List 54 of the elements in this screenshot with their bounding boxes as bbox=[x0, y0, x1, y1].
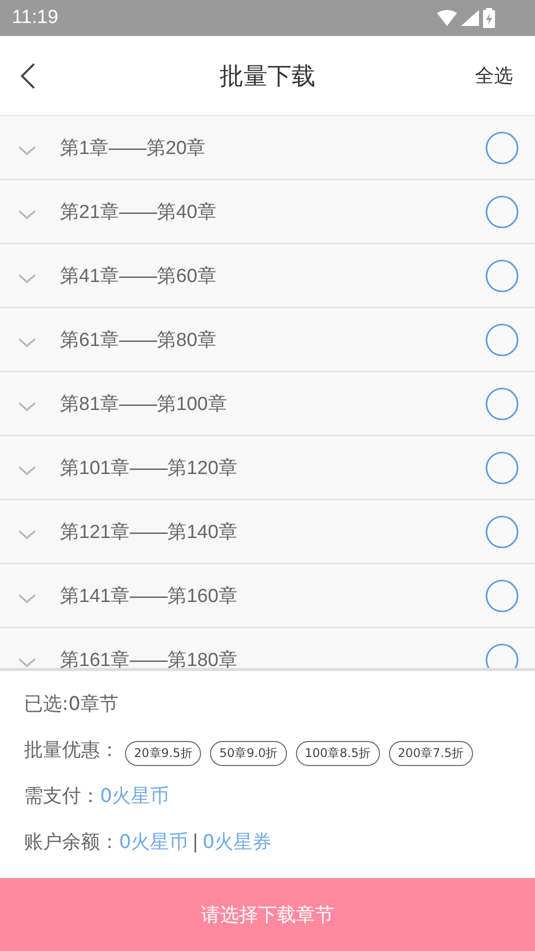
chevron-down-icon bbox=[18, 658, 36, 668]
chevron-down-icon bbox=[18, 146, 36, 156]
discount-tag: 50章9.0折 bbox=[210, 740, 287, 766]
signal-icon bbox=[461, 10, 479, 26]
checkbox-circle[interactable] bbox=[485, 194, 519, 228]
back-button[interactable] bbox=[20, 62, 36, 90]
chapter-row[interactable]: 第101章——第120章 bbox=[0, 436, 535, 500]
selected-count: 已选:0章节 bbox=[24, 692, 118, 717]
separator: | bbox=[192, 831, 198, 853]
discount-tag: 200章7.5折 bbox=[388, 740, 473, 766]
chevron-down-icon bbox=[18, 530, 36, 540]
checkbox-circle[interactable] bbox=[485, 514, 519, 548]
chevron-down-icon bbox=[18, 338, 36, 348]
chapter-range: 第1章——第20章 bbox=[60, 136, 207, 160]
chapter-range: 第61章——第80章 bbox=[60, 328, 218, 352]
chapter-range: 第81章——第100章 bbox=[60, 392, 228, 416]
balance-label: 账户余额： bbox=[24, 830, 119, 855]
chevron-down-icon bbox=[18, 466, 36, 476]
chapter-row[interactable]: 第61章——第80章 bbox=[0, 308, 535, 372]
checkbox-circle[interactable] bbox=[485, 450, 519, 484]
page-title: 批量下载 bbox=[220, 60, 316, 92]
payment-label: 需支付： bbox=[24, 784, 100, 809]
chapter-row[interactable]: 第81章——第100章 bbox=[0, 372, 535, 436]
chapter-range: 第21章——第40章 bbox=[60, 200, 218, 224]
checkbox-circle[interactable] bbox=[485, 578, 519, 612]
chapter-row[interactable]: 第41章——第60章 bbox=[0, 244, 535, 308]
wifi-icon bbox=[437, 10, 457, 26]
chevron-down-icon bbox=[18, 210, 36, 220]
chevron-down-icon bbox=[18, 594, 36, 604]
chevron-down-icon bbox=[18, 274, 36, 284]
battery-icon bbox=[483, 8, 495, 28]
chapter-range: 第161章——第180章 bbox=[60, 648, 238, 668]
chapter-range: 第101章——第120章 bbox=[60, 456, 238, 480]
chapter-row[interactable]: 第141章——第160章 bbox=[0, 564, 535, 628]
voucher-balance: 0火星券 bbox=[202, 830, 272, 855]
chapter-row[interactable]: 第21章——第40章 bbox=[0, 180, 535, 244]
discount-tag: 20章9.5折 bbox=[125, 740, 202, 766]
chapter-row[interactable]: 第161章——第180章 bbox=[0, 628, 535, 668]
checkbox-circle[interactable] bbox=[485, 130, 519, 164]
chapter-range: 第121章——第140章 bbox=[60, 520, 238, 544]
checkbox-circle[interactable] bbox=[485, 258, 519, 292]
payment-amount: 0火星币 bbox=[100, 784, 170, 809]
select-all-button[interactable]: 全选 bbox=[475, 62, 513, 88]
chapter-row[interactable]: 第121章——第140章 bbox=[0, 500, 535, 564]
checkbox-circle[interactable] bbox=[485, 322, 519, 356]
discount-label: 批量优惠： bbox=[24, 738, 119, 763]
discount-tag: 100章8.5折 bbox=[296, 740, 380, 766]
chevron-down-icon bbox=[18, 402, 36, 412]
chapter-row[interactable]: 第1章——第20章 bbox=[0, 116, 535, 180]
chapter-range: 第141章——第160章 bbox=[60, 584, 238, 608]
chapter-range: 第41章——第60章 bbox=[60, 264, 218, 288]
coin-balance: 0火星币 bbox=[119, 830, 188, 855]
clock-time: 11:19 bbox=[12, 7, 58, 29]
checkbox-circle[interactable] bbox=[485, 386, 519, 420]
